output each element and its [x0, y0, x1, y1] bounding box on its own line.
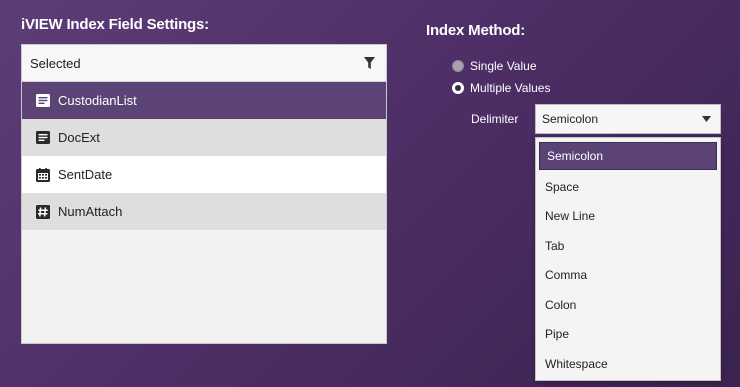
single-value-label: Single Value [470, 59, 537, 73]
field-label: DocExt [58, 130, 100, 145]
calendar-icon [34, 167, 52, 183]
filter-button[interactable] [364, 56, 375, 70]
field-label: NumAttach [58, 204, 123, 219]
index-field-settings-title: iVIEW Index Field Settings: [21, 16, 209, 33]
field-label: CustodianList [58, 93, 137, 108]
delimiter-option-colon[interactable]: Colon [536, 290, 720, 320]
field-row-docext[interactable]: DocExt [22, 119, 386, 156]
dropdown-arrow-icon [702, 116, 711, 122]
single-value-radio[interactable] [452, 60, 464, 72]
delimiter-option-whitespace[interactable]: Whitespace [536, 349, 720, 379]
delimiter-option-new-line[interactable]: New Line [536, 202, 720, 232]
field-list: Selected CustodianList DocExt SentDate N… [21, 44, 387, 344]
delimiter-select[interactable]: Semicolon [535, 104, 721, 134]
list-header: Selected [22, 45, 386, 82]
multiple-values-label: Multiple Values [470, 81, 551, 95]
delimiter-option-pipe[interactable]: Pipe [536, 320, 720, 350]
field-label: SentDate [58, 167, 113, 182]
text-field-icon [34, 130, 52, 146]
delimiter-label: Delimiter [471, 112, 519, 126]
single-value-option[interactable]: Single Value [452, 59, 537, 73]
delimiter-option-semicolon[interactable]: Semicolon [539, 142, 717, 170]
delimiter-option-tab[interactable]: Tab [536, 231, 720, 261]
text-field-icon [34, 93, 52, 109]
field-row-sentdate[interactable]: SentDate [22, 156, 386, 193]
field-row-numattach[interactable]: NumAttach [22, 193, 386, 230]
multiple-values-radio[interactable] [452, 82, 464, 94]
delimiter-dropdown-list: Semicolon Space New Line Tab Comma Colon… [535, 137, 721, 381]
filter-icon [364, 56, 375, 69]
delimiter-option-comma[interactable]: Comma [536, 261, 720, 291]
delimiter-option-space[interactable]: Space [536, 172, 720, 202]
index-method-title: Index Method: [426, 22, 526, 39]
field-row-custodianlist[interactable]: CustodianList [22, 82, 386, 119]
delimiter-selected-value: Semicolon [542, 112, 599, 126]
multiple-values-option[interactable]: Multiple Values [452, 81, 550, 95]
number-field-icon [34, 204, 52, 220]
list-header-label: Selected [30, 55, 81, 71]
